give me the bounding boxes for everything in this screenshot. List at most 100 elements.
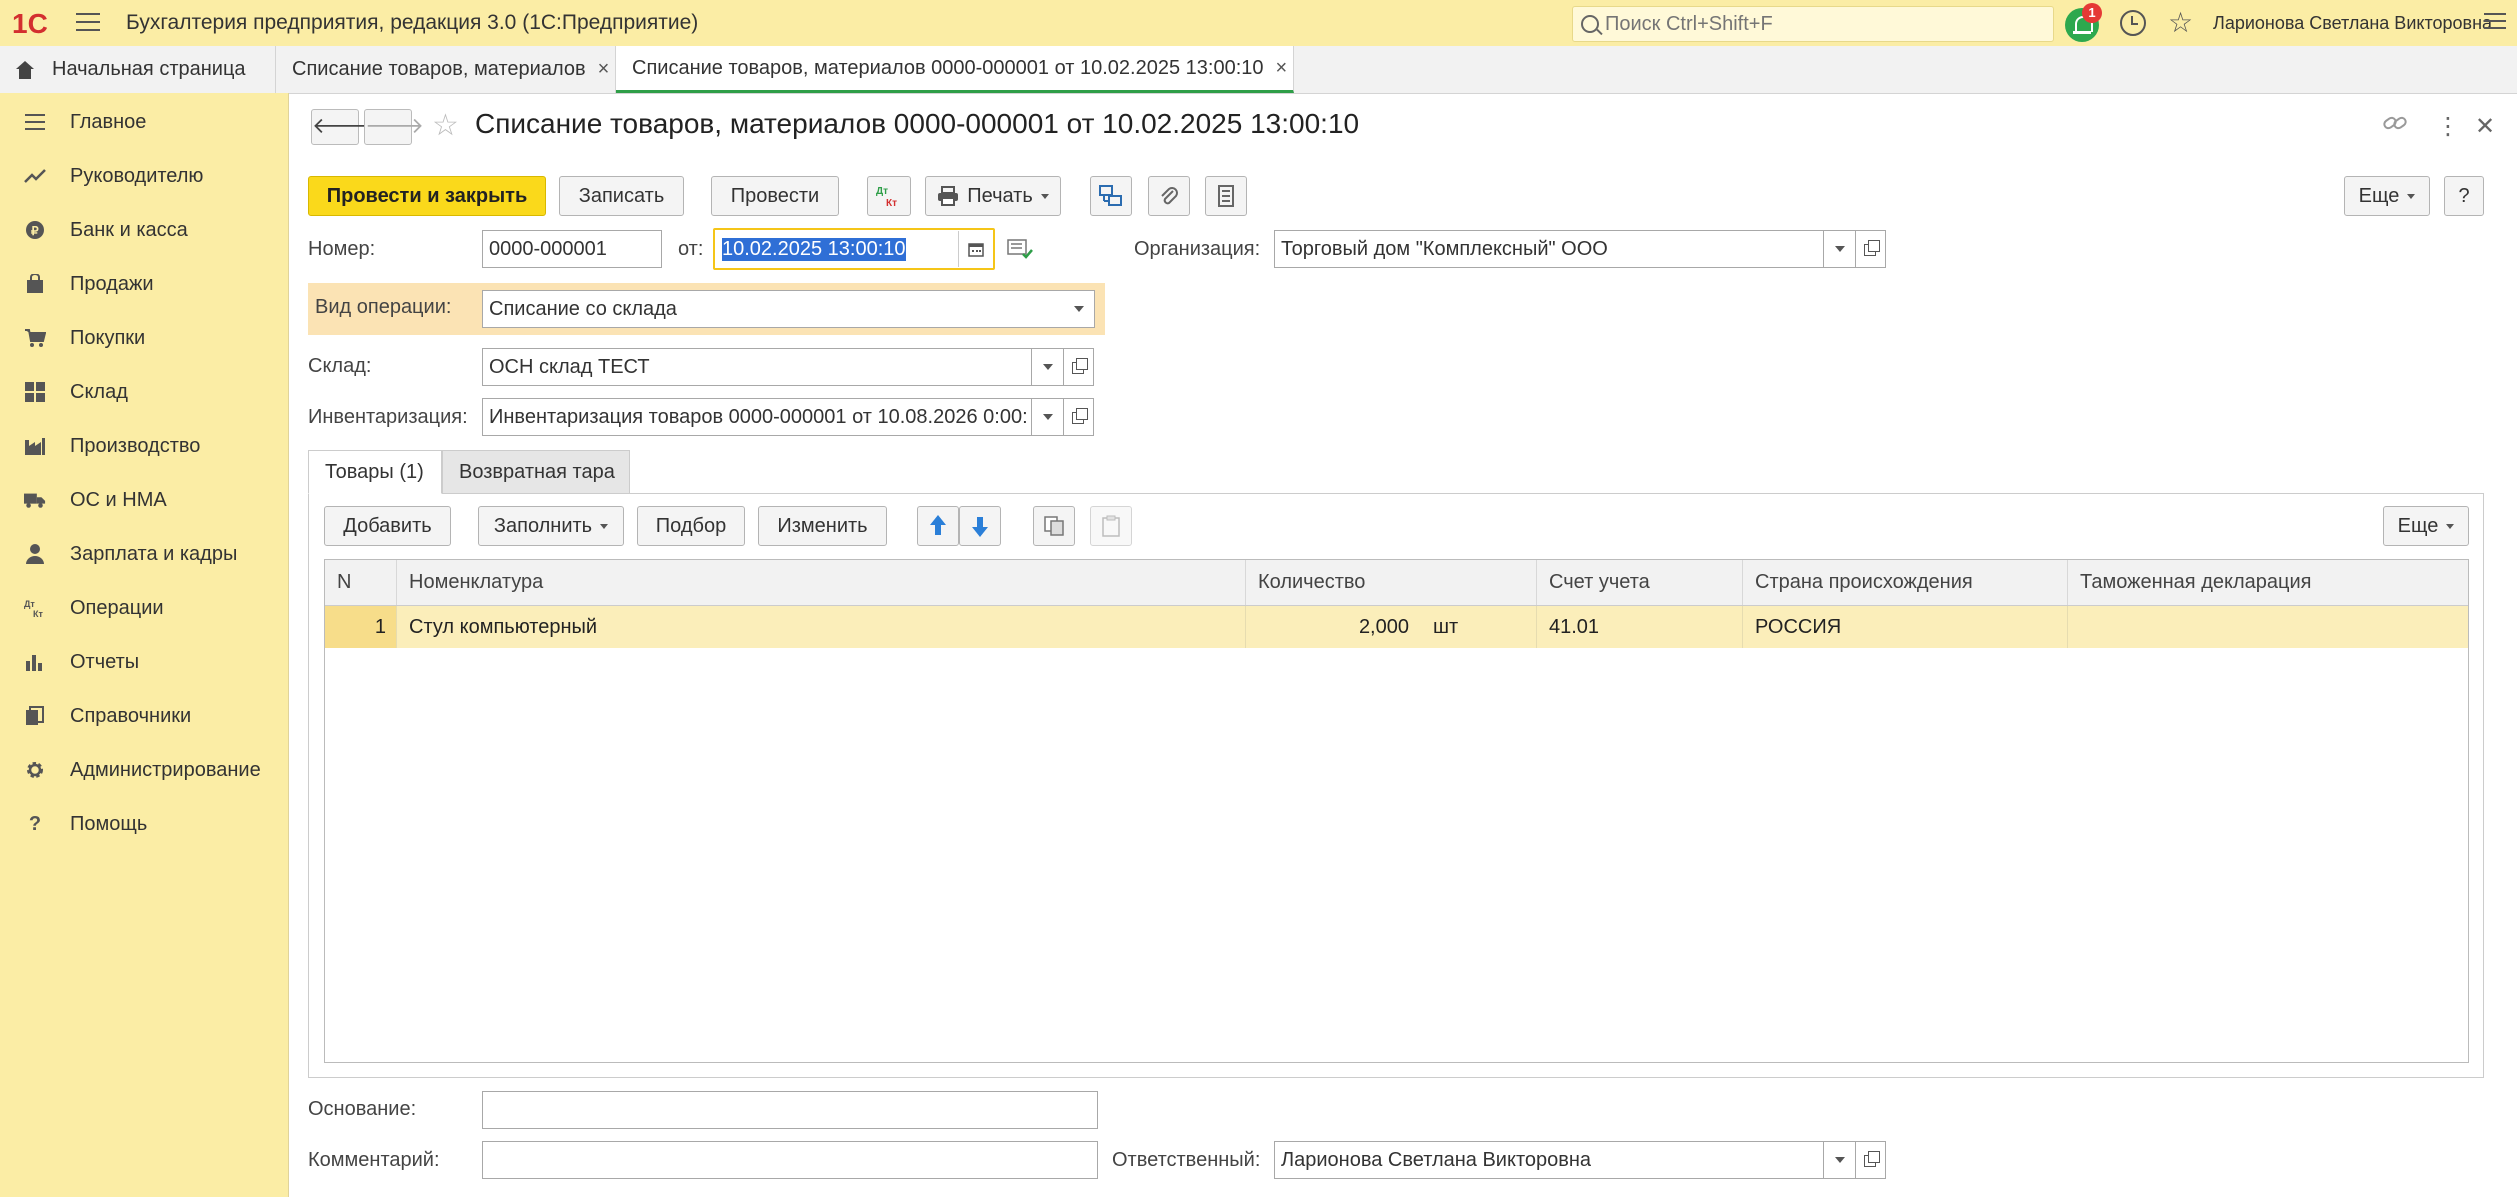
comment-field[interactable]	[482, 1141, 1098, 1179]
change-button[interactable]: Изменить	[758, 506, 887, 546]
close-icon[interactable]: ✕	[2475, 112, 2495, 141]
sidebar-item-bank[interactable]: ₽ Банк и касса	[0, 203, 288, 257]
copy-rows-button[interactable]	[1033, 506, 1075, 546]
app-logo[interactable]: 1С	[10, 7, 58, 39]
help-button[interactable]: ?	[2444, 176, 2484, 216]
date-field[interactable]: 10.02.2025 13:00:10	[716, 231, 960, 267]
link-icon[interactable]	[2382, 112, 2408, 141]
close-icon[interactable]: ×	[598, 58, 610, 81]
move-up-button[interactable]	[917, 506, 959, 546]
table-more-button[interactable]: Еще	[2383, 506, 2469, 546]
save-button[interactable]: Записать	[559, 176, 684, 216]
warehouse-open-button[interactable]	[1064, 348, 1094, 386]
post-button[interactable]: Провести	[711, 176, 839, 216]
row-declaration[interactable]	[2068, 606, 2468, 648]
warehouse-dropdown-button[interactable]	[1032, 348, 1064, 386]
history-icon[interactable]	[2120, 10, 2146, 36]
sidebar-item-label: Справочники	[70, 704, 192, 727]
warehouse-label: Склад:	[308, 355, 372, 377]
inventory-dropdown-button[interactable]	[1032, 398, 1064, 436]
organization-label: Организация:	[1134, 238, 1261, 260]
inventory-label: Инвентаризация:	[308, 406, 468, 428]
column-header-account[interactable]: Счет учета	[1537, 560, 1743, 605]
warehouse-field[interactable]: ОСН склад ТЕСТ	[482, 348, 1032, 386]
add-button[interactable]: Добавить	[324, 506, 451, 546]
column-header-quantity[interactable]: Количество	[1246, 560, 1537, 605]
responsible-dropdown-button[interactable]	[1824, 1141, 1856, 1179]
svg-text:1С: 1С	[12, 8, 48, 39]
move-down-button[interactable]	[959, 506, 1001, 546]
settings-menu-icon[interactable]	[2484, 13, 2506, 33]
back-button[interactable]: 🡐	[311, 109, 371, 145]
inventory-open-button[interactable]	[1064, 398, 1094, 436]
user-name[interactable]: Ларионова Светлана Викторовна	[2213, 13, 2492, 34]
sidebar-item-salary[interactable]: Зарплата и кадры	[0, 527, 288, 581]
forward-button[interactable]: 🡒	[364, 109, 424, 145]
paste-rows-button[interactable]	[1090, 506, 1132, 546]
fill-button[interactable]: Заполнить	[478, 506, 624, 546]
dt-kt-button[interactable]: Дт Кт	[867, 176, 911, 216]
sidebar-item-help[interactable]: ? Помощь	[0, 797, 288, 851]
tab-writeoff-document[interactable]: Списание товаров, материалов 0000-000001…	[616, 46, 1294, 93]
organization-field[interactable]: Торговый дом "Комплексный" ООО	[1274, 230, 1824, 268]
number-field[interactable]: 0000-000001	[482, 230, 662, 268]
tab-home[interactable]: Начальная страница	[0, 46, 276, 93]
column-header-nomenclature[interactable]: Номенклатура	[397, 560, 1246, 605]
home-icon	[16, 60, 34, 79]
column-header-declaration[interactable]: Таможенная декларация	[2068, 560, 2468, 605]
tab-home-label: Начальная страница	[52, 58, 246, 80]
favorites-star-icon[interactable]: ☆	[2168, 6, 2193, 39]
global-search[interactable]	[1572, 6, 2054, 42]
basis-field[interactable]	[482, 1091, 1098, 1129]
column-header-country[interactable]: Страна происхождения	[1743, 560, 2068, 605]
responsible-open-button[interactable]	[1856, 1141, 1886, 1179]
inventory-field[interactable]: Инвентаризация товаров 0000-000001 от 10…	[482, 398, 1032, 436]
sidebar-item-operations[interactable]: Дт Кт Операции	[0, 581, 288, 635]
sidebar-item-reports[interactable]: Отчеты	[0, 635, 288, 689]
operation-type-field[interactable]: Списание со склада	[482, 290, 1064, 328]
svg-text:Кт: Кт	[886, 198, 897, 209]
print-button[interactable]: Печать	[925, 176, 1061, 216]
tab-writeoff-list[interactable]: Списание товаров, материалов ×	[276, 46, 616, 93]
report-button[interactable]	[1205, 176, 1247, 216]
search-input[interactable]	[1603, 9, 2047, 39]
row-number[interactable]: 1	[325, 606, 397, 648]
organization-open-button[interactable]	[1856, 230, 1886, 268]
pick-button[interactable]: Подбор	[637, 506, 745, 546]
more-button[interactable]: Еще	[2344, 176, 2430, 216]
sidebar-item-main[interactable]: Главное	[0, 95, 288, 149]
favorite-star-icon[interactable]: ☆	[432, 108, 459, 143]
calendar-button[interactable]	[958, 231, 992, 267]
sidebar-item-production[interactable]: Производство	[0, 419, 288, 473]
date-info-button[interactable]	[1007, 238, 1033, 266]
more-vertical-icon[interactable]: ⋮	[2436, 112, 2460, 141]
row-unit[interactable]: шт	[1421, 606, 1537, 648]
column-header-n[interactable]: N	[325, 560, 397, 605]
row-country[interactable]: РОССИЯ	[1743, 606, 2068, 648]
structure-button[interactable]	[1090, 176, 1132, 216]
logo-1c-icon: 1С	[12, 8, 48, 39]
organization-dropdown-button[interactable]	[1824, 230, 1856, 268]
sidebar-item-label: ОС и НМА	[70, 488, 167, 511]
sidebar-item-catalogs[interactable]: Справочники	[0, 689, 288, 743]
tab-goods[interactable]: Товары (1)	[308, 450, 442, 494]
chevron-down-icon	[2407, 193, 2416, 199]
post-and-close-button[interactable]: Провести и закрыть	[308, 176, 546, 216]
sidebar-item-sales[interactable]: Продажи	[0, 257, 288, 311]
row-account[interactable]: 41.01	[1537, 606, 1743, 648]
close-icon[interactable]: ×	[1276, 57, 1288, 80]
row-nomenclature[interactable]: Стул компьютерный	[397, 606, 1246, 648]
sidebar-item-fixed-assets[interactable]: ОС и НМА	[0, 473, 288, 527]
sidebar-item-administration[interactable]: Администрирование	[0, 743, 288, 797]
operation-type-label: Вид операции:	[315, 296, 452, 318]
attachments-button[interactable]	[1148, 176, 1190, 216]
svg-text:Дт: Дт	[876, 186, 888, 197]
main-menu-icon[interactable]	[76, 13, 100, 33]
sidebar-item-manager[interactable]: Руководителю	[0, 149, 288, 203]
tab-returnable-packaging[interactable]: Возвратная тара	[442, 450, 630, 494]
row-quantity[interactable]: 2,000	[1246, 606, 1421, 648]
sidebar-item-purchases[interactable]: Покупки	[0, 311, 288, 365]
responsible-field[interactable]: Ларионова Светлана Викторовна	[1274, 1141, 1824, 1179]
operation-type-dropdown-button[interactable]	[1063, 290, 1095, 328]
sidebar-item-warehouse[interactable]: Склад	[0, 365, 288, 419]
